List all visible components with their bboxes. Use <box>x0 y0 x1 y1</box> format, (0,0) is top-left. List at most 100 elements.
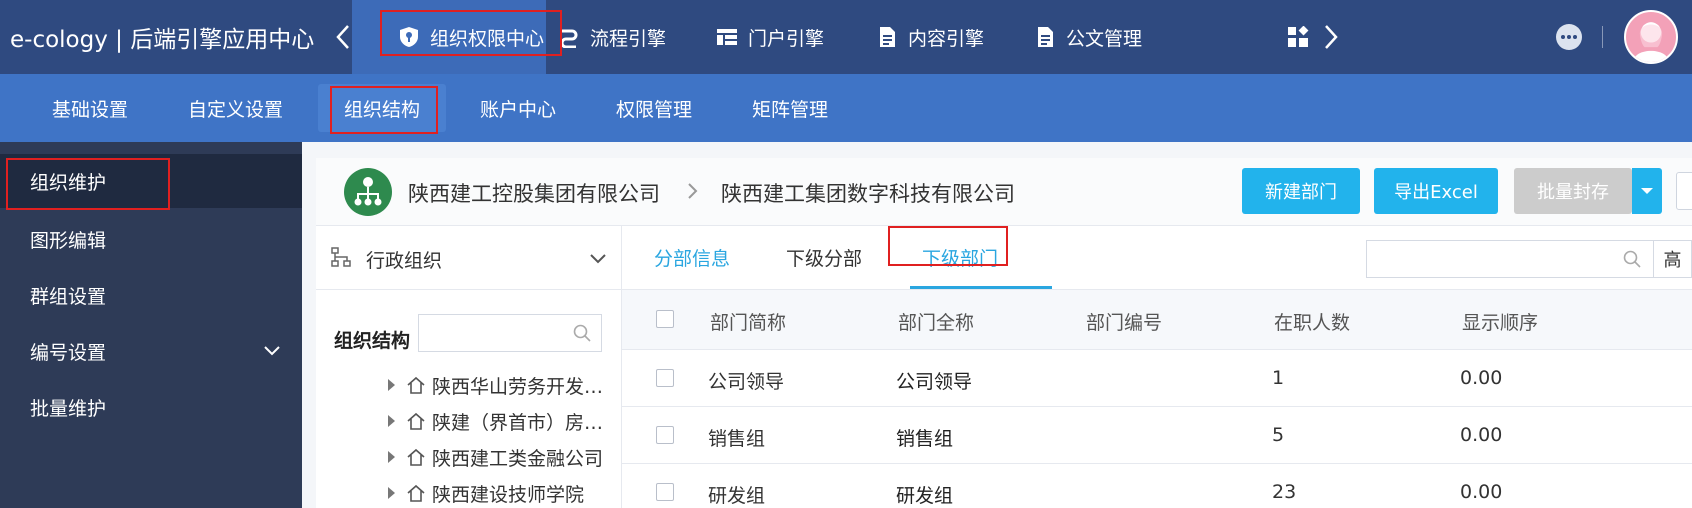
tree-node-label: 陕建（界首市）房地产开发有限公司 <box>432 411 622 434</box>
tree-node[interactable]: 陕西建设技师学院 <box>386 478 622 508</box>
batch-archive-dropdown[interactable] <box>1632 168 1662 214</box>
table-row[interactable]: 研发组 研发组 23 0.00 <box>622 464 1692 508</box>
cell-display-order: 0.00 <box>1460 367 1503 389</box>
tab-branch-info[interactable]: 分部信息 <box>654 244 730 271</box>
home-icon <box>407 484 425 502</box>
cell-full-name[interactable]: 研发组 <box>896 481 953 508</box>
document-icon <box>1038 27 1053 47</box>
left-sidebar: 组织维护 图形编辑 群组设置 编号设置 批量维护 <box>0 142 302 508</box>
chevron-right-icon <box>688 183 698 199</box>
sidebar-item-org-maintenance[interactable]: 组织维护 <box>0 154 302 208</box>
sidebar-item-batch-maintenance[interactable]: 批量维护 <box>0 380 302 434</box>
export-excel-button[interactable]: 导出Excel <box>1374 168 1498 214</box>
tree-node[interactable]: 陕建（界首市）房地产开发有限公司 <box>386 406 622 436</box>
home-icon <box>407 376 425 394</box>
chevron-left-icon[interactable] <box>332 22 354 52</box>
sidebar-item-label: 图形编辑 <box>30 229 107 252</box>
column-header[interactable]: 部门全称 <box>898 308 974 335</box>
department-search-input[interactable] <box>1366 240 1654 278</box>
topnav-item-content-engine[interactable]: 内容引擎 <box>876 0 984 74</box>
topnav-item-org-permission[interactable]: 组织权限中心 <box>352 0 546 74</box>
document-icon <box>880 27 895 47</box>
subnav-item-basic-settings[interactable]: 基础设置 <box>52 74 128 142</box>
caret-right-icon[interactable] <box>386 378 396 392</box>
new-department-button[interactable]: 新建部门 <box>1242 168 1360 214</box>
topnav-label: 公文管理 <box>1066 27 1143 50</box>
app-brand: e-cology | 后端引擎应用中心 <box>10 27 315 53</box>
subnav-item-org-structure[interactable]: 组织结构 <box>318 84 446 132</box>
topnav-item-document-management[interactable]: 公文管理 <box>1034 0 1142 74</box>
row-checkbox[interactable] <box>656 426 674 444</box>
tab-sub-departments[interactable]: 下级部门 <box>922 244 998 271</box>
home-icon <box>407 412 425 430</box>
advanced-search-button[interactable]: 高 <box>1654 240 1692 278</box>
avatar[interactable] <box>1624 10 1678 64</box>
sidebar-item-label: 组织维护 <box>30 171 107 194</box>
tree-node[interactable]: 陕西华山劳务开发集团有限公司 <box>386 370 622 400</box>
tab-sub-branches[interactable]: 下级分部 <box>786 244 862 271</box>
main-panel: 陕西建工控股集团有限公司 陕西建工集团数字科技有限公司 新建部门 导出Excel… <box>316 158 1692 508</box>
row-checkbox[interactable] <box>656 483 674 501</box>
table-header: 部门简称 部门全称 部门编号 在职人数 显示顺序 <box>622 290 1692 350</box>
sidebar-item-numbering-settings[interactable]: 编号设置 <box>0 324 302 378</box>
subnav-item-custom-settings[interactable]: 自定义设置 <box>188 74 283 142</box>
shield-key-icon <box>400 27 418 47</box>
cell-short-name: 研发组 <box>708 485 766 507</box>
department-content: 分部信息 下级分部 下级部门 高 部门简称 部门全称 部门编号 在职人数 显示顺… <box>622 226 1692 508</box>
more-actions-button[interactable] <box>1676 172 1692 210</box>
tree-search-input[interactable] <box>418 314 602 352</box>
search-icon[interactable] <box>573 324 591 342</box>
row-checkbox[interactable] <box>656 369 674 387</box>
subnav-item-permission-management[interactable]: 权限管理 <box>616 74 692 142</box>
cell-display-order: 0.00 <box>1460 481 1503 503</box>
tree-node[interactable]: 陕西建工类金融公司 <box>386 442 622 472</box>
user-avatar-icon <box>1633 22 1669 62</box>
search-icon[interactable] <box>1623 250 1641 268</box>
top-bar: e-cology | 后端引擎应用中心 组织权限中心 流程引擎 门户引擎 内容引… <box>0 0 1692 74</box>
divider <box>1602 26 1603 48</box>
batch-archive-button[interactable]: 批量封存 <box>1514 168 1632 214</box>
tree-node-label: 陕西建设技师学院 <box>432 483 585 506</box>
caret-right-icon[interactable] <box>386 414 396 428</box>
portal-icon <box>717 29 737 45</box>
sidebar-item-label: 编号设置 <box>30 341 107 364</box>
chevron-down-icon <box>590 254 606 264</box>
caret-right-icon[interactable] <box>386 450 396 464</box>
table-row[interactable]: 公司领导 公司领导 1 0.00 <box>622 350 1692 407</box>
hierarchy-icon <box>331 247 351 267</box>
subnav-item-account-center[interactable]: 账户中心 <box>480 74 556 142</box>
org-type-select[interactable]: 行政组织 <box>316 226 622 290</box>
breadcrumb-current: 陕西建工集团数字科技有限公司 <box>721 182 1015 206</box>
breadcrumb-parent[interactable]: 陕西建工控股集团有限公司 <box>408 178 660 208</box>
column-header[interactable]: 显示顺序 <box>1462 308 1538 335</box>
tree-node-label: 陕西建工类金融公司 <box>432 447 604 470</box>
breadcrumb: 陕西建工控股集团有限公司 陕西建工集团数字科技有限公司 新建部门 导出Excel… <box>316 158 1692 226</box>
org-tree-panel: 行政组织 组织结构 陕西华山劳务开发集团有限公司 陕建（界首市）房地产开发有限公… <box>316 226 622 508</box>
select-all-checkbox[interactable] <box>656 310 674 328</box>
org-type-label: 行政组织 <box>366 250 443 272</box>
chevron-right-icon[interactable] <box>1320 22 1342 52</box>
tab-bar: 分部信息 下级分部 下级部门 高 <box>622 226 1692 290</box>
column-header[interactable]: 部门编号 <box>1086 308 1162 335</box>
caret-right-icon[interactable] <box>386 486 396 500</box>
table-row[interactable]: 销售组 销售组 5 0.00 <box>622 407 1692 464</box>
tree-title: 组织结构 <box>334 330 411 352</box>
sidebar-item-label: 批量维护 <box>30 397 107 420</box>
topnav-item-more-apps[interactable] <box>1287 0 1319 74</box>
cell-display-order: 0.00 <box>1460 424 1503 446</box>
topnav-item-portal-engine[interactable]: 门户引擎 <box>716 0 824 74</box>
subnav-item-matrix-management[interactable]: 矩阵管理 <box>752 74 828 142</box>
more-icon[interactable] <box>1556 24 1582 50</box>
topnav-item-flow-engine[interactable]: 流程引擎 <box>558 0 666 74</box>
cell-full-name[interactable]: 销售组 <box>896 424 953 451</box>
column-header[interactable]: 部门简称 <box>710 308 786 335</box>
sidebar-item-graphic-edit[interactable]: 图形编辑 <box>0 212 302 266</box>
sidebar-item-label: 群组设置 <box>30 285 107 308</box>
cell-short-name: 销售组 <box>708 428 766 450</box>
org-tree-icon <box>354 177 382 206</box>
sidebar-item-group-settings[interactable]: 群组设置 <box>0 268 302 322</box>
column-header[interactable]: 在职人数 <box>1274 308 1350 335</box>
cell-headcount: 1 <box>1272 367 1285 389</box>
topnav-label: 内容引擎 <box>908 27 985 50</box>
cell-full-name[interactable]: 公司领导 <box>896 367 972 394</box>
